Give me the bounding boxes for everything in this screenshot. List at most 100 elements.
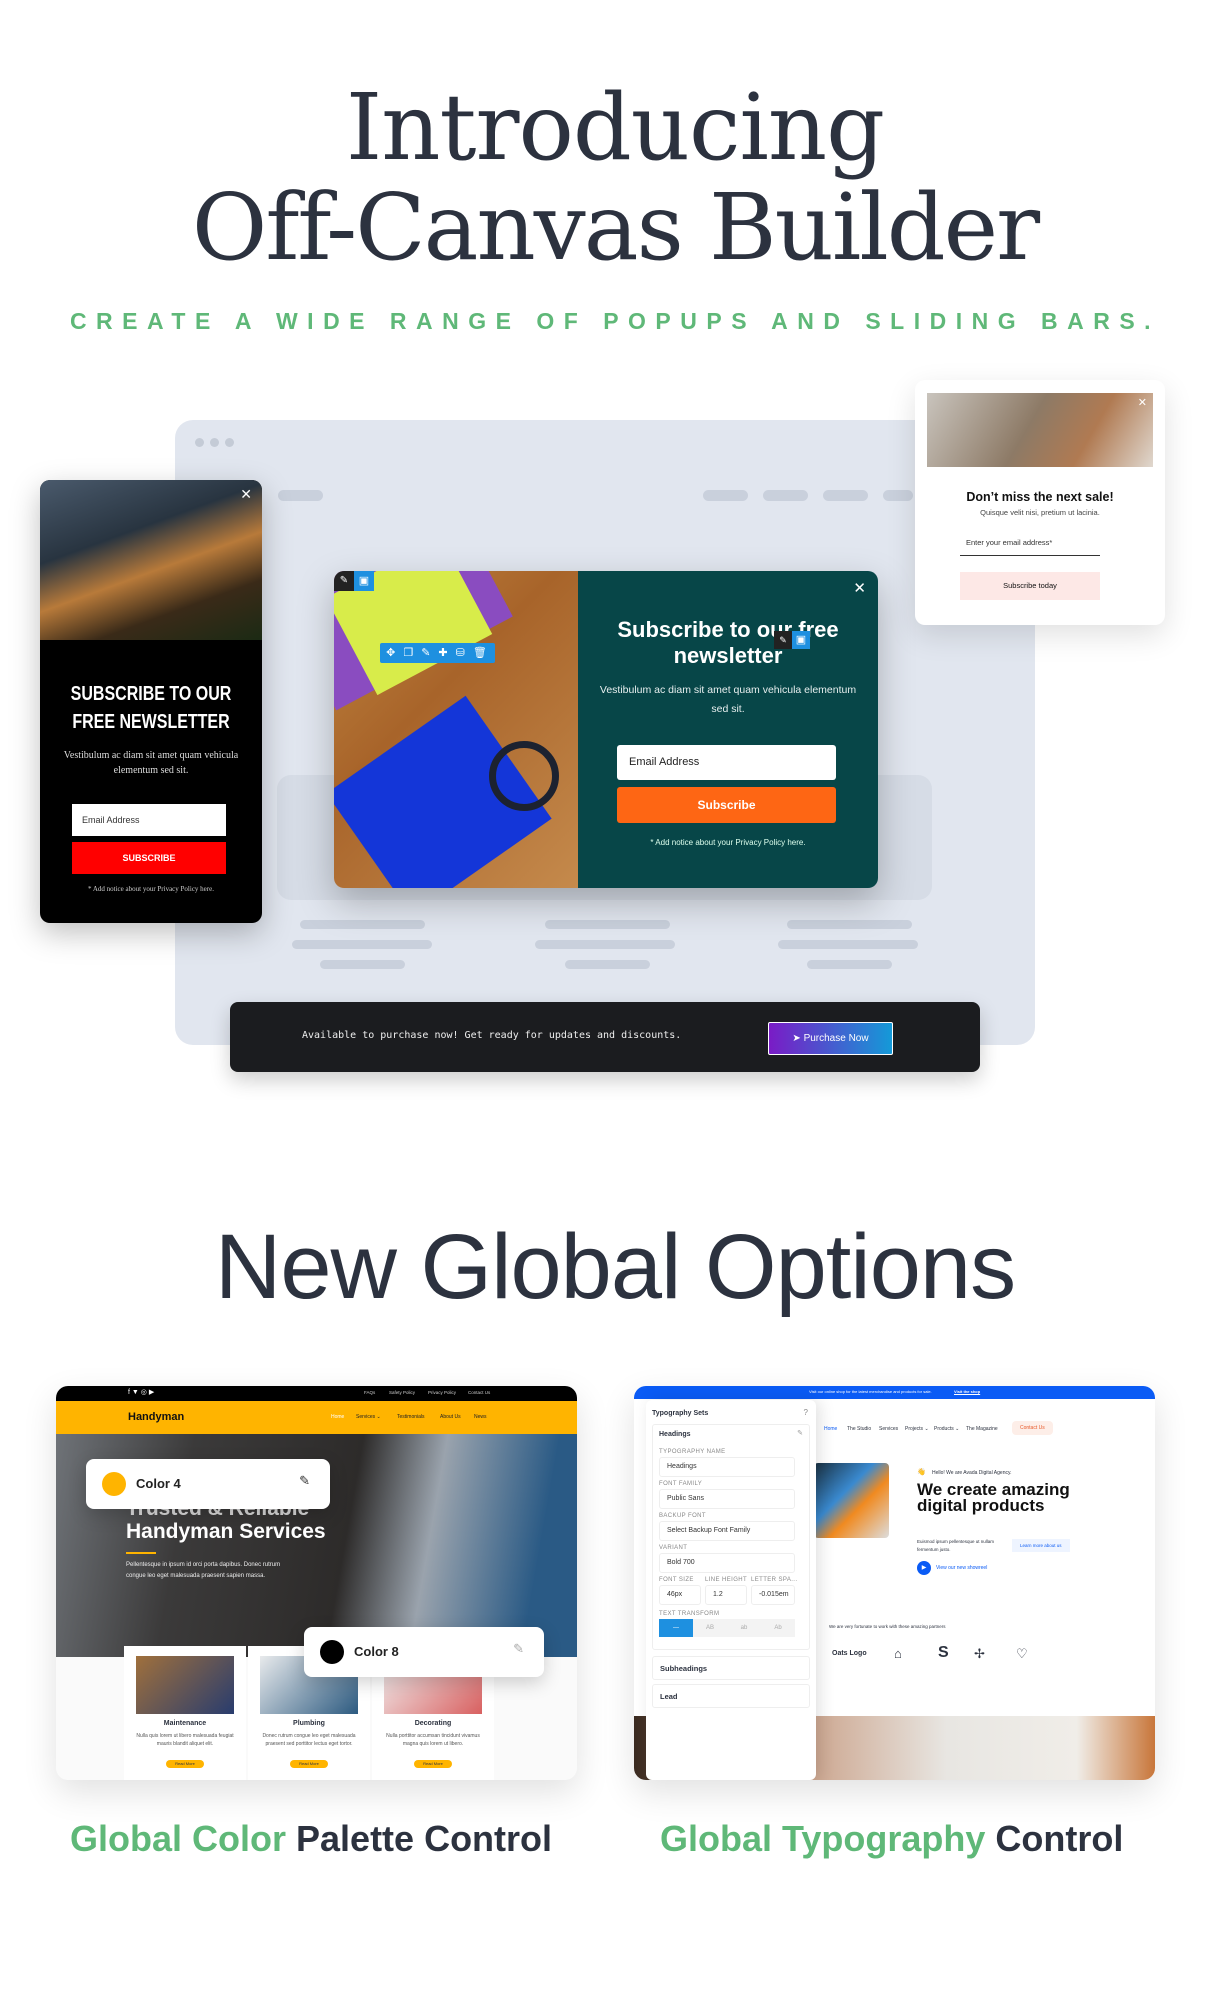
hanger-logo-icon: ⌂	[894, 1646, 902, 1661]
placeholder-bar	[787, 920, 912, 929]
topbar-link[interactable]: Safety Policy	[389, 1390, 415, 1395]
element-toolbar[interactable]: ✥❐✎✚⛁🗑	[380, 643, 495, 663]
nav-studio[interactable]: The Studio	[847, 1426, 871, 1432]
nav-testimonials[interactable]: Testimonials	[397, 1414, 425, 1420]
topbar-link[interactable]: FAQs	[364, 1390, 375, 1395]
nav-services[interactable]: Services	[879, 1426, 898, 1432]
hero-subtitle: CREATE A WIDE RANGE OF POPUPS AND SLIDIN…	[69, 308, 1161, 334]
line-height-input[interactable]: 1.2	[705, 1585, 747, 1605]
topbar-link[interactable]: Contact Us	[468, 1390, 490, 1395]
color-swatch-4[interactable]: Color 4 ✎	[86, 1459, 330, 1509]
layout-icon[interactable]: ▣	[792, 631, 810, 649]
close-icon[interactable]: ✕	[853, 579, 866, 597]
service-text: Nulla quis lorem ut libero malesuada feu…	[136, 1733, 234, 1747]
popup-description: Vestibulum ac diam sit amet quam vehicul…	[599, 684, 857, 715]
caption-green: Global Typography	[660, 1818, 986, 1859]
subscribe-button[interactable]: Subscribe today	[960, 572, 1100, 600]
font-family-select[interactable]: Public Sans	[659, 1489, 795, 1509]
showreel-link[interactable]: View our new showreel	[936, 1565, 987, 1571]
transform-lowercase[interactable]: ab	[727, 1619, 761, 1637]
transform-uppercase[interactable]: AB	[693, 1619, 727, 1637]
placeholder-bar	[565, 960, 650, 969]
field-label: FONT FAMILY	[659, 1481, 703, 1487]
announcement-link[interactable]: Visit the shop	[954, 1389, 980, 1394]
privacy-note: * Add notice about your Privacy Policy h…	[650, 838, 806, 847]
popup-description: Vestibulum ac diam sit amet quam vehicul…	[63, 750, 239, 776]
variant-select[interactable]: Bold 700	[659, 1553, 795, 1573]
purchase-now-label: Purchase Now	[803, 1033, 869, 1044]
newsletter-popup-teal: ✎ ▣ ✥❐✎✚⛁🗑 ✕ Subscribe to our free newsl…	[334, 571, 878, 888]
edit-icon[interactable]: ✎	[774, 631, 792, 649]
read-more-button[interactable]: Read More	[414, 1760, 452, 1768]
field-label: BACKUP FONT	[659, 1513, 706, 1519]
window-dot	[225, 438, 234, 447]
lead-set[interactable]: Lead	[652, 1684, 810, 1708]
caption-dark: Control	[995, 1818, 1124, 1859]
color-swatch-8[interactable]: Color 8 ✎	[304, 1627, 544, 1677]
newsletter-popup-black: ✕ SUBSCRIBE TO OUR FREE NEWSLETTER Vesti…	[40, 480, 262, 923]
subscribe-button[interactable]: Subscribe	[617, 787, 836, 823]
hero-title-line1: Introducing	[345, 74, 885, 181]
nav-about[interactable]: About Us	[440, 1414, 461, 1420]
close-icon[interactable]: ✕	[1138, 396, 1147, 409]
popup-content: ✕ Subscribe to our free newsletter ✎ ▣ V…	[578, 571, 878, 888]
nav-news[interactable]: News	[474, 1414, 487, 1420]
edit-icon[interactable]: ✎	[797, 1429, 803, 1437]
email-input[interactable]: Enter your email address*	[960, 538, 1100, 556]
nav-magazine[interactable]: The Magazine	[966, 1426, 998, 1432]
cursor-icon: ➤	[792, 1033, 804, 1044]
help-icon[interactable]: ?	[804, 1408, 808, 1417]
transform-none[interactable]: —	[659, 1619, 693, 1637]
caption-color: Global Color Palette Control	[70, 1818, 552, 1860]
subscribe-button[interactable]: SUBSCRIBE	[72, 842, 226, 874]
subheadings-set[interactable]: Subheadings	[652, 1656, 810, 1680]
body-text: Euismod ipsum pellentesque ut nullam fer…	[917, 1539, 995, 1552]
global-options-title: New Global Options	[214, 1216, 1016, 1318]
set-name[interactable]: Headings	[659, 1431, 691, 1438]
transform-capitalize[interactable]: Ab	[761, 1619, 795, 1637]
close-icon[interactable]: ✕	[240, 486, 252, 503]
play-icon[interactable]: ▶	[917, 1561, 931, 1575]
email-input[interactable]: Email Address	[72, 804, 226, 836]
letter-spacing-input[interactable]: -0.015em	[751, 1585, 795, 1605]
service-name: Decorating	[414, 1720, 452, 1727]
field-label: TYPOGRAPHY NAME	[659, 1449, 726, 1455]
service-card: Maintenance Nulla quis lorem ut libero ma…	[124, 1646, 246, 1780]
caption-typography: Global Typography Control	[660, 1818, 1123, 1860]
window-dot	[195, 438, 204, 447]
nav-products[interactable]: Products ⌄	[934, 1426, 959, 1432]
placeholder-bar	[823, 490, 868, 501]
tablet-image	[814, 1463, 889, 1538]
purchase-now-button[interactable]: ➤ Purchase Now	[768, 1022, 893, 1055]
s-logo-icon: S	[938, 1644, 949, 1661]
backup-font-select[interactable]: Select Backup Font Family	[659, 1521, 795, 1541]
caption-dark: Palette Control	[296, 1818, 553, 1859]
top-bar: f ▼ ◎ ▶ FAQs Safety Policy Privacy Polic…	[56, 1386, 577, 1401]
privacy-note: * Add notice about your Privacy Policy h…	[88, 885, 214, 893]
nav-home[interactable]: Home	[331, 1414, 344, 1420]
text-transform-toggle: — AB ab Ab	[659, 1619, 795, 1637]
read-more-button[interactable]: Read More	[290, 1760, 328, 1768]
field-label: VARIANT	[659, 1545, 688, 1551]
layout-icon[interactable]: ▣	[354, 571, 374, 591]
nav-home[interactable]: Home	[824, 1426, 837, 1432]
topbar-link[interactable]: Privacy Policy	[428, 1390, 456, 1395]
contact-button[interactable]: Contact Us	[1012, 1421, 1053, 1435]
logo[interactable]: Handyman	[128, 1411, 184, 1423]
eyedropper-icon[interactable]: ✎	[299, 1473, 310, 1489]
placeholder-bar	[807, 960, 892, 969]
font-size-input[interactable]: 46px	[659, 1585, 701, 1605]
popup-description: Quisque velit nisi, pretium ut lacinia.	[980, 508, 1100, 517]
eyedropper-icon[interactable]: ✎	[513, 1641, 524, 1657]
email-input[interactable]: Email Address	[617, 745, 836, 780]
read-more-button[interactable]: Read More	[166, 1760, 204, 1768]
bird-logo-icon: ✢	[974, 1646, 985, 1661]
announcement-text: Visit our online shop for the latest mer…	[809, 1389, 932, 1394]
placeholder-bar	[278, 490, 323, 501]
nav-projects[interactable]: Projects ⌄	[905, 1426, 929, 1432]
nav-services[interactable]: Services ⌄	[356, 1414, 381, 1420]
typography-name-input[interactable]: Headings	[659, 1457, 795, 1477]
hello-text: Hello! We are Avada Digital Agency.	[932, 1470, 1012, 1476]
learn-more-button[interactable]: Learn more about us	[1012, 1539, 1070, 1552]
edit-icon[interactable]: ✎	[334, 571, 354, 591]
